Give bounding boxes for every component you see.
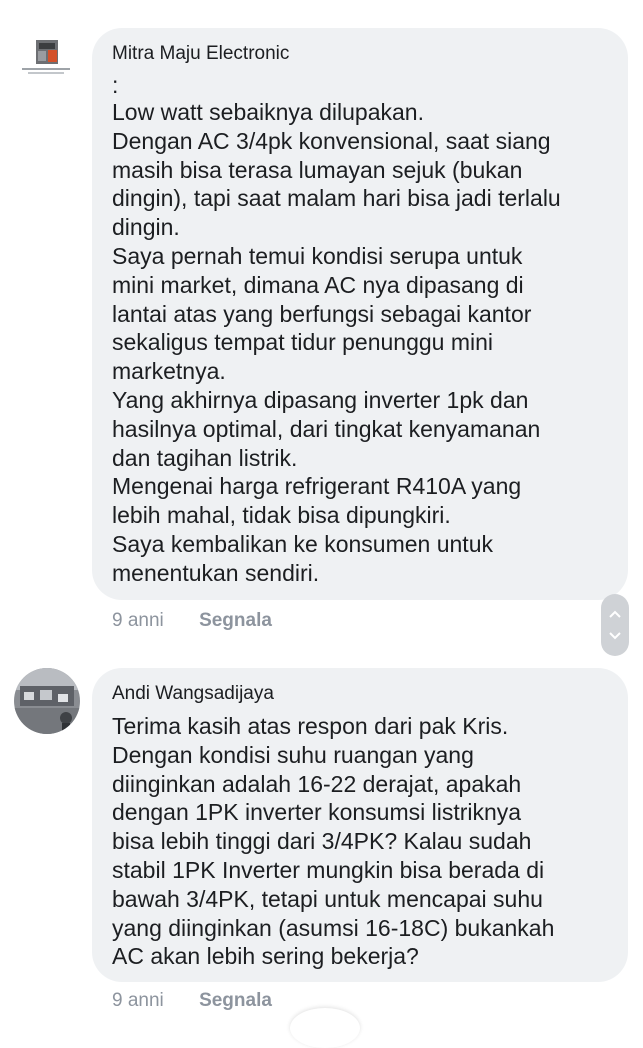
comment-line: stabil 1PK Inverter mungkin bisa berada …	[112, 856, 545, 883]
comment-line: dingin.	[112, 214, 180, 241]
comment-line: bisa lebih tinggi dari 3/4PK? Kalau suda…	[112, 828, 532, 855]
comment-bubble: Andi Wangsadijaya Terima kasih atas resp…	[92, 668, 628, 982]
comment-meta: 9 anni Segnala	[112, 989, 272, 1013]
comment-line: AC akan lebih sering bekerja?	[112, 943, 419, 970]
comment-line: mini market, dimana AC nya dipasang di	[112, 271, 524, 298]
comment-line: dengan 1PK inverter konsumsi listriknya	[112, 799, 522, 826]
comment-line: masih bisa terasa lumayan sejuk (bukan	[112, 156, 523, 183]
comment-line: Dengan AC 3/4pk konvensional, saat siang	[112, 127, 551, 154]
comment-line: yang diinginkan (asumsi 16-18C) bukankah	[112, 914, 555, 941]
comment-line: Dengan kondisi suhu ruangan yang	[112, 741, 474, 768]
comment-line: menentukan sendiri.	[112, 559, 320, 586]
comment-line: Mengenai harga refrigerant R410A yang	[112, 473, 522, 500]
store-logo-icon	[22, 40, 70, 74]
comment-line: lebih mahal, tidak bisa dipungkiri.	[112, 502, 451, 529]
user-photo-icon	[14, 668, 80, 734]
avatar-andi[interactable]	[14, 668, 80, 734]
comment-line: sekaligus tempat tidur penunggu mini	[112, 329, 494, 356]
comment-line: hasilnya optimal, dari tingkat kenyamana…	[112, 415, 541, 442]
floating-button-edge[interactable]	[290, 1008, 360, 1048]
scroll-handle[interactable]	[601, 594, 629, 656]
comment-line: dingin), tapi saat malam hari bisa jadi …	[112, 185, 561, 212]
comment-author[interactable]: Mitra Maju Electronic	[112, 42, 608, 66]
comment-line: Saya kembalikan ke konsumen untuk	[112, 530, 493, 557]
comment-author[interactable]: Andi Wangsadijaya	[112, 682, 608, 706]
comment-line: Terima kasih atas respon dari pak Kris.	[112, 713, 509, 739]
comment-line: :	[112, 72, 119, 98]
comment-line: marketnya.	[112, 358, 226, 385]
comment-line: Saya pernah temui kondisi serupa untuk	[112, 242, 523, 269]
comment-line: bawah 3/4PK, tetapi untuk mencapai suhu	[112, 885, 543, 912]
report-button[interactable]: Segnala	[199, 990, 272, 1011]
comment-line: diinginkan adalah 16-22 derajat, apakah	[112, 770, 522, 797]
chevron-down-icon[interactable]	[608, 631, 622, 641]
comment-line: Low watt sebaiknya dilupakan.	[112, 99, 424, 125]
comment-meta: 9 anni Segnala	[112, 609, 272, 633]
avatar-mitra-maju[interactable]	[18, 38, 74, 78]
comment-text: : Low watt sebaiknya dilupakan. Dengan A…	[112, 72, 608, 588]
comment-bubble: Mitra Maju Electronic : Low watt sebaikn…	[92, 28, 628, 600]
comment-timestamp[interactable]: 9 anni	[112, 990, 164, 1011]
report-button[interactable]: Segnala	[199, 610, 272, 631]
comment-line: Yang akhirnya dipasang inverter 1pk dan	[112, 386, 529, 413]
chevron-up-icon[interactable]	[608, 609, 622, 619]
comment-timestamp[interactable]: 9 anni	[112, 610, 164, 631]
comment-text: Terima kasih atas respon dari pak Kris. …	[112, 712, 608, 971]
comment-line: lantai atas yang berfungsi sebagai kanto…	[112, 300, 532, 327]
comment-line: dan tagihan listrik.	[112, 444, 298, 471]
